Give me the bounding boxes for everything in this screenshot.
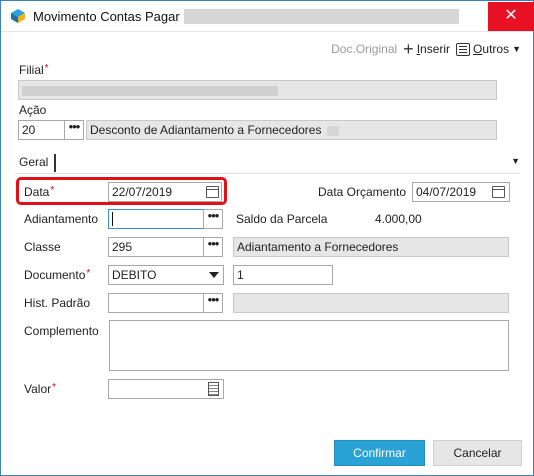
outros-label: Outros xyxy=(473,42,510,56)
doc-original-label: Doc.Original xyxy=(331,42,398,56)
required-mark: * xyxy=(86,268,91,279)
calendar-icon[interactable] xyxy=(492,186,505,198)
filial-label: Filial* xyxy=(19,63,49,77)
documento-label: Documento* xyxy=(24,268,90,282)
list-icon xyxy=(456,42,471,56)
caret-down-icon: ▼ xyxy=(512,44,521,54)
plus-icon: + xyxy=(403,39,414,59)
valor-input[interactable] xyxy=(108,379,224,399)
window-title: Movimento Contas Pagar xyxy=(33,9,180,24)
chevron-down-icon[interactable] xyxy=(209,272,219,278)
data-orcamento-label: Data Orçamento xyxy=(318,185,407,199)
dialog-window: Movimento Contas Pagar ✕ Doc.Original + … xyxy=(0,0,534,476)
acao-lookup-button[interactable]: ••• xyxy=(64,120,84,140)
valor-label-text: Valor xyxy=(24,382,52,396)
tab-menu-caret-icon[interactable]: ▼ xyxy=(511,156,520,166)
documento-select[interactable]: DEBITO xyxy=(108,265,224,285)
data-label-text: Data xyxy=(24,185,50,199)
classe-description: Adiantamento a Fornecedores xyxy=(233,237,509,257)
adiantamento-input[interactable] xyxy=(108,209,204,229)
hist-padrao-description xyxy=(233,293,509,313)
documento-number-input[interactable]: 1 xyxy=(233,265,333,285)
calendar-icon[interactable] xyxy=(206,186,219,198)
data-label: Data* xyxy=(24,185,54,199)
complemento-textarea[interactable] xyxy=(109,320,509,371)
required-mark: * xyxy=(44,63,49,74)
tab-geral[interactable]: Geral xyxy=(19,154,57,172)
app-logo-icon xyxy=(11,9,25,23)
cancelar-label: Cancelar xyxy=(453,446,502,460)
hist-padrao-label: Hist. Padrão xyxy=(24,296,91,310)
complemento-label: Complemento xyxy=(24,324,99,338)
adiantamento-label: Adiantamento xyxy=(24,212,99,226)
hist-padrao-input[interactable] xyxy=(108,293,204,313)
saldo-parcela-value: 4.000,00 xyxy=(375,212,422,226)
calculator-icon[interactable] xyxy=(208,382,219,396)
toolbar: Doc.Original + Inserir Outros ▼ xyxy=(331,40,521,58)
classe-code-input[interactable]: 295 xyxy=(108,237,204,257)
tab-bar: Geral ▼ xyxy=(15,152,520,174)
filial-field[interactable] xyxy=(18,80,497,100)
doc-original-button[interactable]: Doc.Original xyxy=(331,42,397,56)
hist-padrao-lookup-button[interactable]: ••• xyxy=(203,293,223,313)
acao-label: Ação xyxy=(19,103,47,117)
redacted-filial-value xyxy=(22,85,278,96)
acao-code-input[interactable]: 20 xyxy=(18,120,65,140)
acao-description-text: Desconto de Adiantamento a Fornecedores xyxy=(90,123,322,137)
classe-label: Classe xyxy=(24,240,61,254)
data-input[interactable]: 22/07/2019 xyxy=(108,182,222,202)
confirmar-label: Confirmar xyxy=(353,446,406,460)
title-bar: Movimento Contas Pagar ✕ xyxy=(1,1,534,32)
documento-label-text: Documento xyxy=(24,268,86,282)
valor-label: Valor* xyxy=(24,382,56,396)
filial-label-text: Filial xyxy=(19,63,44,77)
redacted-title-suffix xyxy=(184,9,459,24)
redacted-acao-suffix xyxy=(327,125,340,136)
required-mark: * xyxy=(52,382,57,393)
cancelar-button[interactable]: Cancelar xyxy=(433,440,522,466)
inserir-label: Inserir xyxy=(416,42,451,56)
text-cursor xyxy=(112,212,113,226)
outros-button[interactable]: Outros ▼ xyxy=(456,42,521,56)
required-mark: * xyxy=(50,185,55,196)
acao-description: Desconto de Adiantamento a Fornecedores xyxy=(86,120,497,140)
classe-lookup-button[interactable]: ••• xyxy=(203,237,223,257)
inserir-button[interactable]: + Inserir xyxy=(403,39,451,59)
close-button[interactable]: ✕ xyxy=(488,2,534,31)
adiantamento-lookup-button[interactable]: ••• xyxy=(203,209,223,229)
confirmar-button[interactable]: Confirmar xyxy=(334,440,425,466)
saldo-parcela-label: Saldo da Parcela xyxy=(236,212,328,226)
